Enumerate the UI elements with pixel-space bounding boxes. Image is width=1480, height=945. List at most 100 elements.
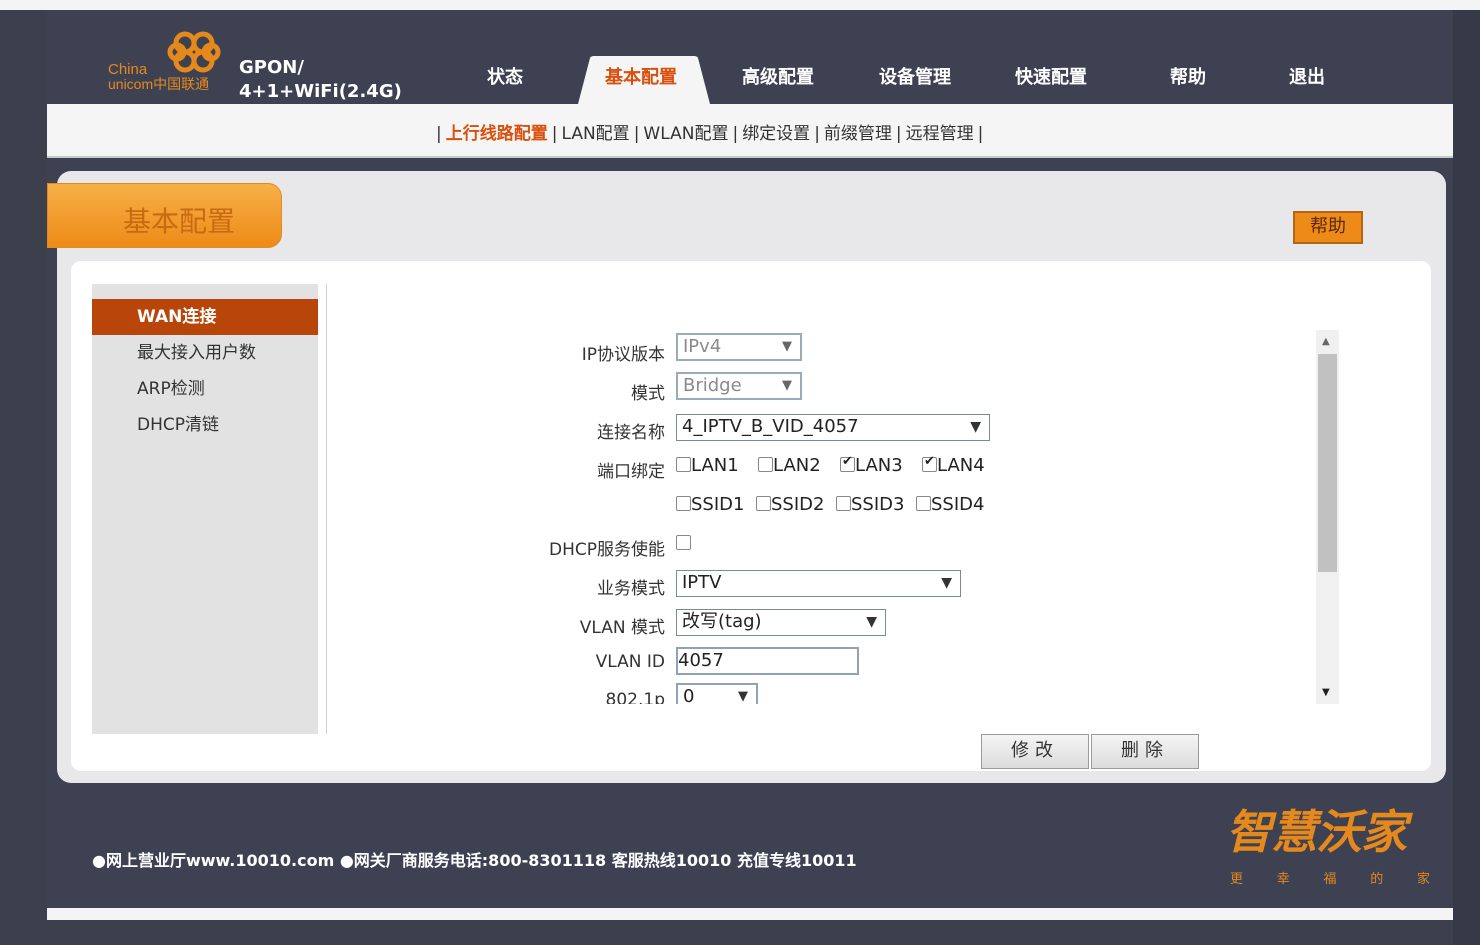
nav-logout[interactable]: 退出: [1242, 56, 1372, 104]
checkbox-box-checked[interactable]: [840, 454, 855, 472]
chevron-down-icon: ▼: [866, 614, 877, 630]
port-ssid4-checkbox[interactable]: SSID4: [916, 494, 984, 515]
mode-label: 模式: [631, 384, 665, 404]
priority-label: 802.1p: [605, 690, 665, 704]
port-ssid3-label: SSID3: [851, 494, 905, 515]
sidebar: WAN连接 最大接入用户数 ARP检测 DHCP清链: [92, 284, 318, 734]
sidebar-item-dhcp-clear[interactable]: DHCP清链: [92, 407, 318, 443]
brand-slogan: 更 幸 福 的 家: [1230, 868, 1430, 887]
right-edge: [1453, 10, 1480, 945]
vlan-id-input[interactable]: 4057: [676, 647, 859, 675]
vlan-mode-value: 改写(tag): [682, 611, 762, 632]
vlan-mode-label: VLAN 模式: [579, 618, 665, 638]
connection-name-value: 4_IPTV_B_VID_4057: [682, 416, 859, 437]
vlan-mode-select[interactable]: 改写(tag) ▼: [676, 609, 886, 636]
port-ssid1-checkbox[interactable]: SSID1: [676, 494, 744, 515]
modify-button[interactable]: 修改: [981, 734, 1089, 769]
port-lan3-label: LAN3: [855, 455, 903, 476]
scroll-up-icon[interactable]: ▲: [1322, 336, 1330, 347]
port-ssid4-label: SSID4: [931, 494, 985, 515]
service-mode-label: 业务模式: [597, 579, 665, 599]
connection-name-label: 连接名称: [597, 423, 665, 443]
service-mode-select[interactable]: IPTV ▼: [676, 570, 961, 597]
port-lan2-checkbox[interactable]: LAN2: [758, 455, 821, 476]
subnav-binding-settings[interactable]: 绑定设置: [742, 124, 810, 144]
service-mode-value: IPTV: [682, 572, 722, 593]
checkbox-box[interactable]: [676, 535, 691, 550]
checkbox-box[interactable]: [676, 457, 691, 472]
checkbox-box[interactable]: [756, 496, 771, 511]
subnav-wlan-config[interactable]: WLAN配置: [643, 124, 728, 144]
sidebar-item-max-users[interactable]: 最大接入用户数: [92, 335, 318, 371]
subnav-remote-management[interactable]: 远程管理: [906, 124, 974, 144]
product-line-1: GPON/: [239, 57, 304, 78]
connection-name-select[interactable]: 4_IPTV_B_VID_4057 ▼: [676, 414, 990, 441]
slogan-char: 家: [1416, 872, 1430, 887]
checkbox-box[interactable]: [836, 496, 851, 511]
ip-version-value: IPv4: [683, 336, 722, 357]
slogan-char: 幸: [1276, 872, 1290, 887]
priority-value: 0: [683, 686, 695, 704]
checkbox-box[interactable]: [676, 496, 691, 511]
ip-version-select[interactable]: IPv4 ▼: [676, 333, 802, 361]
page-title: 基本配置: [123, 205, 236, 238]
slogan-char: 更: [1230, 872, 1244, 887]
subnav-lan-config[interactable]: LAN配置: [561, 124, 629, 144]
nav-device-management[interactable]: 设备管理: [850, 56, 980, 104]
nav-advanced-config[interactable]: 高级配置: [713, 56, 843, 104]
logo-wordmark: China unicom中国联通: [108, 62, 209, 92]
subnav-prefix-management[interactable]: 前缀管理: [824, 124, 892, 144]
window-bottom-border: [47, 908, 1453, 920]
port-lan4-checkbox[interactable]: LAN4: [922, 454, 985, 476]
scroll-down-icon[interactable]: ▼: [1322, 687, 1330, 698]
vlan-id-label: VLAN ID: [595, 652, 665, 672]
delete-button[interactable]: 删除: [1091, 734, 1199, 769]
wan-form: IP协议版本 IPv4 ▼ 模式 Bridge ▼ 连接名称 4_IPTV_B_…: [330, 330, 1315, 704]
help-button[interactable]: 帮助: [1293, 211, 1363, 244]
form-scrollbar[interactable]: ▲ ▼: [1316, 330, 1339, 704]
nav-help[interactable]: 帮助: [1123, 56, 1253, 104]
ip-version-label: IP协议版本: [581, 345, 665, 365]
mode-value: Bridge: [683, 375, 742, 396]
checkbox-box[interactable]: [916, 496, 931, 511]
port-binding-label: 端口绑定: [597, 462, 665, 482]
subnav-uplink-config[interactable]: 上行线路配置: [446, 124, 548, 144]
scrollbar-thumb[interactable]: [1318, 354, 1337, 572]
logo-line-2: unicom中国联通: [108, 76, 210, 92]
port-ssid2-checkbox[interactable]: SSID2: [756, 494, 824, 515]
port-ssid1-label: SSID1: [691, 494, 745, 515]
port-lan4-label: LAN4: [937, 455, 985, 476]
brand-logo: 智慧沃家 更 幸 福 的 家: [1226, 796, 1431, 888]
brand-name: 智慧沃家: [1226, 805, 1407, 859]
sub-nav-links: | 上行线路配置 | LAN配置 | WLAN配置 | 绑定设置 | 前缀管理 | 远程管理 |: [436, 124, 984, 144]
product-line-2: 4+1+WiFi(2.4G): [239, 81, 402, 102]
window-top-border: [0, 0, 1480, 10]
port-lan3-checkbox[interactable]: LAN3: [840, 454, 903, 476]
port-ssid3-checkbox[interactable]: SSID3: [836, 494, 904, 515]
sidebar-item-arp-detection[interactable]: ARP检测: [92, 371, 318, 407]
nav-status[interactable]: 状态: [440, 56, 570, 104]
slogan-char: 的: [1370, 872, 1384, 887]
chevron-down-icon: ▼: [738, 689, 748, 704]
dhcp-enable-label: DHCP服务使能: [549, 540, 665, 560]
nav-basic-config[interactable]: 基本配置: [576, 56, 706, 104]
footer-info: ●网上营业厅www.10010.com ●网关厂商服务电话:800-830111…: [92, 851, 857, 870]
priority-select[interactable]: 0 ▼: [676, 683, 758, 704]
nav-quick-config[interactable]: 快速配置: [986, 56, 1116, 104]
checkbox-box[interactable]: [758, 457, 773, 472]
chevron-down-icon: ▼: [782, 339, 792, 354]
slogan-char: 福: [1323, 872, 1337, 887]
logo-line-1: China: [108, 61, 148, 78]
mode-select[interactable]: Bridge ▼: [676, 372, 802, 400]
port-lan1-label: LAN1: [691, 455, 739, 476]
sidebar-item-wan-connection[interactable]: WAN连接: [92, 299, 318, 335]
sub-nav-bar: | 上行线路配置 | LAN配置 | WLAN配置 | 绑定设置 | 前缀管理 | 远程管理 |: [47, 104, 1453, 158]
chevron-down-icon: ▼: [782, 378, 792, 393]
checkbox-box-checked[interactable]: [922, 454, 937, 472]
port-ssid2-label: SSID2: [771, 494, 825, 515]
sidebar-divider: [326, 284, 327, 734]
chevron-down-icon: ▼: [941, 575, 952, 591]
port-lan2-label: LAN2: [773, 455, 821, 476]
dhcp-enable-checkbox[interactable]: [676, 533, 691, 554]
port-lan1-checkbox[interactable]: LAN1: [676, 455, 739, 476]
